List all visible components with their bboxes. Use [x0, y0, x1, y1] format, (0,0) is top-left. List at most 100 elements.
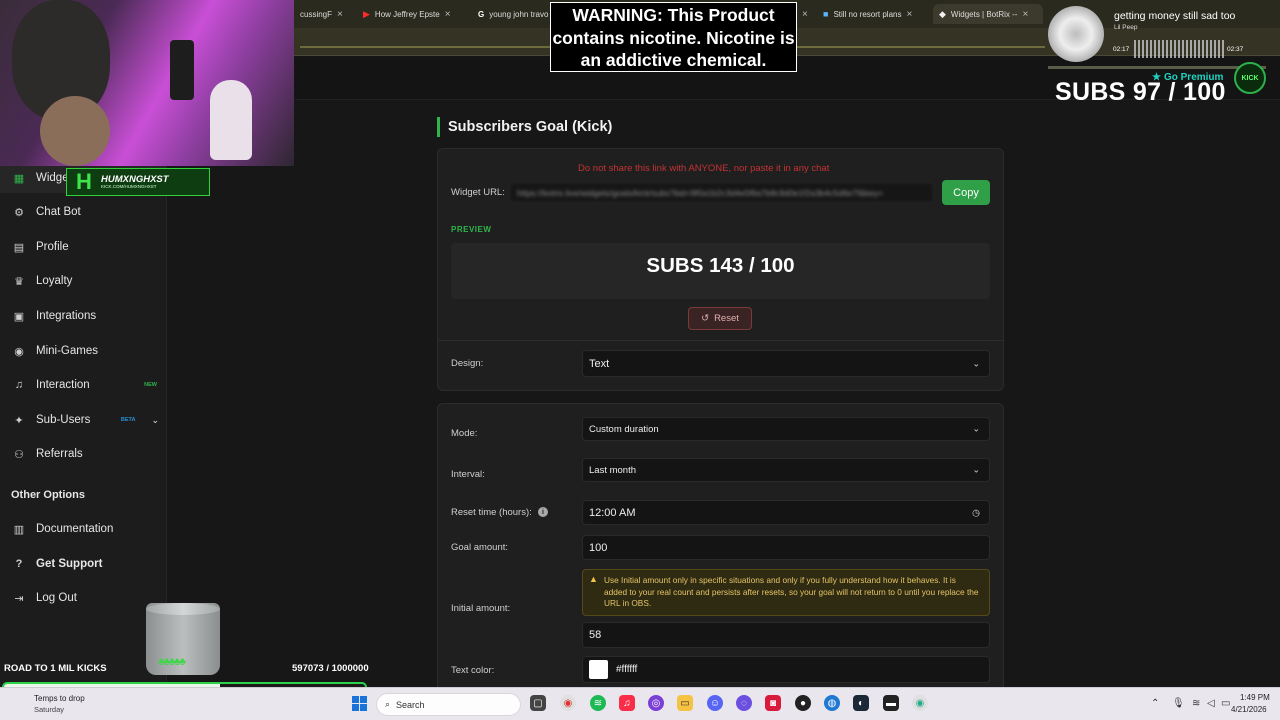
- tab-4[interactable]: ■ Still no resort plans ×: [817, 4, 929, 24]
- terminal-icon[interactable]: ▬: [883, 695, 899, 711]
- tab-2[interactable]: ▶ How Jeffrey Epste ×: [357, 4, 467, 24]
- chevron-down-icon[interactable]: ⌄: [151, 415, 159, 426]
- close-icon[interactable]: ×: [337, 9, 343, 20]
- tab-1[interactable]: cussingF ×: [294, 4, 350, 24]
- referral-icon: ⚇: [14, 448, 24, 461]
- initial-label: Initial amount:: [451, 603, 511, 614]
- album-art: [1048, 6, 1104, 62]
- nicotine-warning-overlay: WARNING: This Product contains nicotine.…: [550, 2, 797, 72]
- goal-amount-input[interactable]: 100: [582, 535, 990, 560]
- apple-music-icon[interactable]: ♫: [619, 695, 635, 711]
- tab-5-active[interactable]: ◆ Widgets | BotRix -- ×: [933, 4, 1043, 24]
- design-select[interactable]: Text ⌄: [582, 350, 990, 377]
- close-icon[interactable]: ×: [1022, 9, 1028, 20]
- info-icon[interactable]: i: [538, 507, 548, 517]
- task-view-icon[interactable]: ▢: [530, 695, 546, 711]
- start-icon[interactable]: [352, 696, 367, 711]
- sidebar-item-interaction[interactable]: ♫ Interaction NEW: [0, 370, 167, 400]
- chevron-down-icon: ⌄: [972, 358, 980, 368]
- reset-button[interactable]: ↺ Reset: [688, 307, 752, 330]
- sidebar-item-documentation[interactable]: ▥ Documentation: [0, 514, 167, 544]
- chevron-up-icon[interactable]: ⌃: [1151, 698, 1159, 709]
- plug-icon: ▣: [13, 310, 25, 323]
- spotify-icon[interactable]: ≋: [590, 695, 606, 711]
- app-icon-violet[interactable]: ◌: [736, 695, 752, 711]
- windows-taskbar: [0, 687, 1280, 720]
- steam-icon[interactable]: ◐: [853, 695, 869, 711]
- sidebar-item-mini-games[interactable]: ◉ Mini-Games: [0, 336, 167, 366]
- person-figure: [40, 96, 110, 166]
- weather-title[interactable]: Temps to drop: [34, 694, 85, 703]
- sidebar-item-get-support[interactable]: ? Get Support: [0, 549, 167, 579]
- close-icon[interactable]: ×: [906, 9, 912, 20]
- book-icon: ▥: [13, 523, 25, 536]
- sidebar-item-label: Interaction: [36, 379, 90, 391]
- interval-select[interactable]: Last month ⌄: [582, 458, 990, 482]
- reset-time-input[interactable]: 12:00 AM ◷: [582, 500, 990, 525]
- grid-icon: ▦: [13, 172, 25, 185]
- sidebar-item-label: Loyalty: [36, 275, 73, 287]
- tab-3-close[interactable]: ×: [796, 4, 810, 24]
- other-options-heading: Other Options: [11, 489, 85, 501]
- widget-url-field[interactable]: https://botrix.live/widgets/goals/kick/s…: [509, 182, 934, 203]
- battery-icon[interactable]: ▭: [1221, 698, 1230, 709]
- design-label: Design:: [451, 358, 484, 369]
- song-artist: Lil Peep: [1114, 24, 1138, 31]
- initial-amount-warning: Use Initial amount only in specific situ…: [582, 569, 990, 616]
- mode-label: Mode:: [451, 428, 478, 439]
- clock-icon[interactable]: ◷: [972, 507, 980, 518]
- tab-label: Still no resort plans: [833, 9, 902, 19]
- discord-icon[interactable]: ☺: [707, 695, 723, 711]
- sidebar-item-profile[interactable]: ▤ Profile: [0, 232, 167, 262]
- song-elapsed: 02:17: [1113, 46, 1130, 53]
- text-color-input[interactable]: [582, 656, 990, 683]
- obs-icon[interactable]: ●: [795, 695, 811, 711]
- botrix-icon: ◆: [939, 8, 946, 19]
- app-icon-purple[interactable]: ◎: [648, 695, 664, 711]
- text-color-value: #ffffff: [616, 664, 638, 675]
- browser-icon[interactable]: ◍: [824, 695, 840, 711]
- music-icon: ♫: [14, 379, 24, 391]
- question-icon: ?: [15, 558, 23, 570]
- color-swatch[interactable]: [589, 660, 608, 679]
- initial-amount-input[interactable]: 58: [582, 622, 990, 648]
- sidebar-item-loyalty[interactable]: ♛ Loyalty: [0, 266, 167, 296]
- app-icon-red[interactable]: ◙: [765, 695, 781, 711]
- tab-label: Widgets | BotRix --: [950, 9, 1018, 19]
- clock-date[interactable]: 4/21/2026: [1231, 705, 1267, 714]
- clock-time[interactable]: 1:49 PM: [1240, 693, 1270, 702]
- close-icon[interactable]: ×: [802, 9, 808, 20]
- sidebar-item-log-out[interactable]: ⇥ Log Out: [0, 583, 167, 613]
- file-explorer-icon[interactable]: ▭: [677, 695, 693, 711]
- wifi-icon[interactable]: ≋: [1192, 698, 1200, 709]
- copy-button[interactable]: Copy: [942, 180, 990, 205]
- sidebar-item-sub-users[interactable]: ✦ Sub-Users BETA ⌄: [0, 405, 167, 435]
- sidebar-item-chat-bot[interactable]: ⚙ Chat Bot: [0, 197, 167, 227]
- google-icon: G: [478, 9, 485, 19]
- taskbar-search[interactable]: ⌕ Search: [376, 693, 521, 716]
- tab-label: cussingF: [300, 9, 333, 19]
- widget-url-label: Widget URL:: [451, 187, 505, 198]
- chrome-profile-icon[interactable]: ◉: [912, 695, 928, 711]
- secret-warning: Do not share this link with ANYONE, nor …: [578, 163, 830, 174]
- sidebar-item-label: Profile: [36, 241, 69, 253]
- new-badge: NEW: [144, 382, 157, 388]
- audio-waveform: [1134, 40, 1224, 58]
- volume-icon[interactable]: ◁: [1207, 698, 1215, 709]
- mode-select[interactable]: Custom duration ⌄: [582, 417, 990, 441]
- road-goal-count: 597073 / 1000000: [292, 663, 369, 674]
- sidebar-item-integrations[interactable]: ▣ Integrations: [0, 301, 167, 331]
- close-icon[interactable]: ×: [445, 9, 451, 20]
- tab-3[interactable]: G young john travo: [472, 4, 552, 24]
- sidebar-item-referrals[interactable]: ⚇ Referrals: [0, 439, 167, 469]
- sidebar-item-label: Get Support: [36, 558, 103, 570]
- interval-value: Last month: [589, 464, 636, 476]
- id-card-icon: ▤: [13, 241, 25, 254]
- goal-label: Goal amount:: [451, 542, 509, 553]
- jar-contents: ♣♣♣♣♣: [158, 656, 186, 668]
- warning-icon: ▲: [589, 574, 598, 584]
- microphone: [170, 40, 194, 100]
- weather-icon[interactable]: 🌡: [17, 694, 31, 707]
- chrome-icon[interactable]: ◉: [560, 695, 576, 711]
- microphone-icon[interactable]: 🎙: [1172, 698, 1185, 709]
